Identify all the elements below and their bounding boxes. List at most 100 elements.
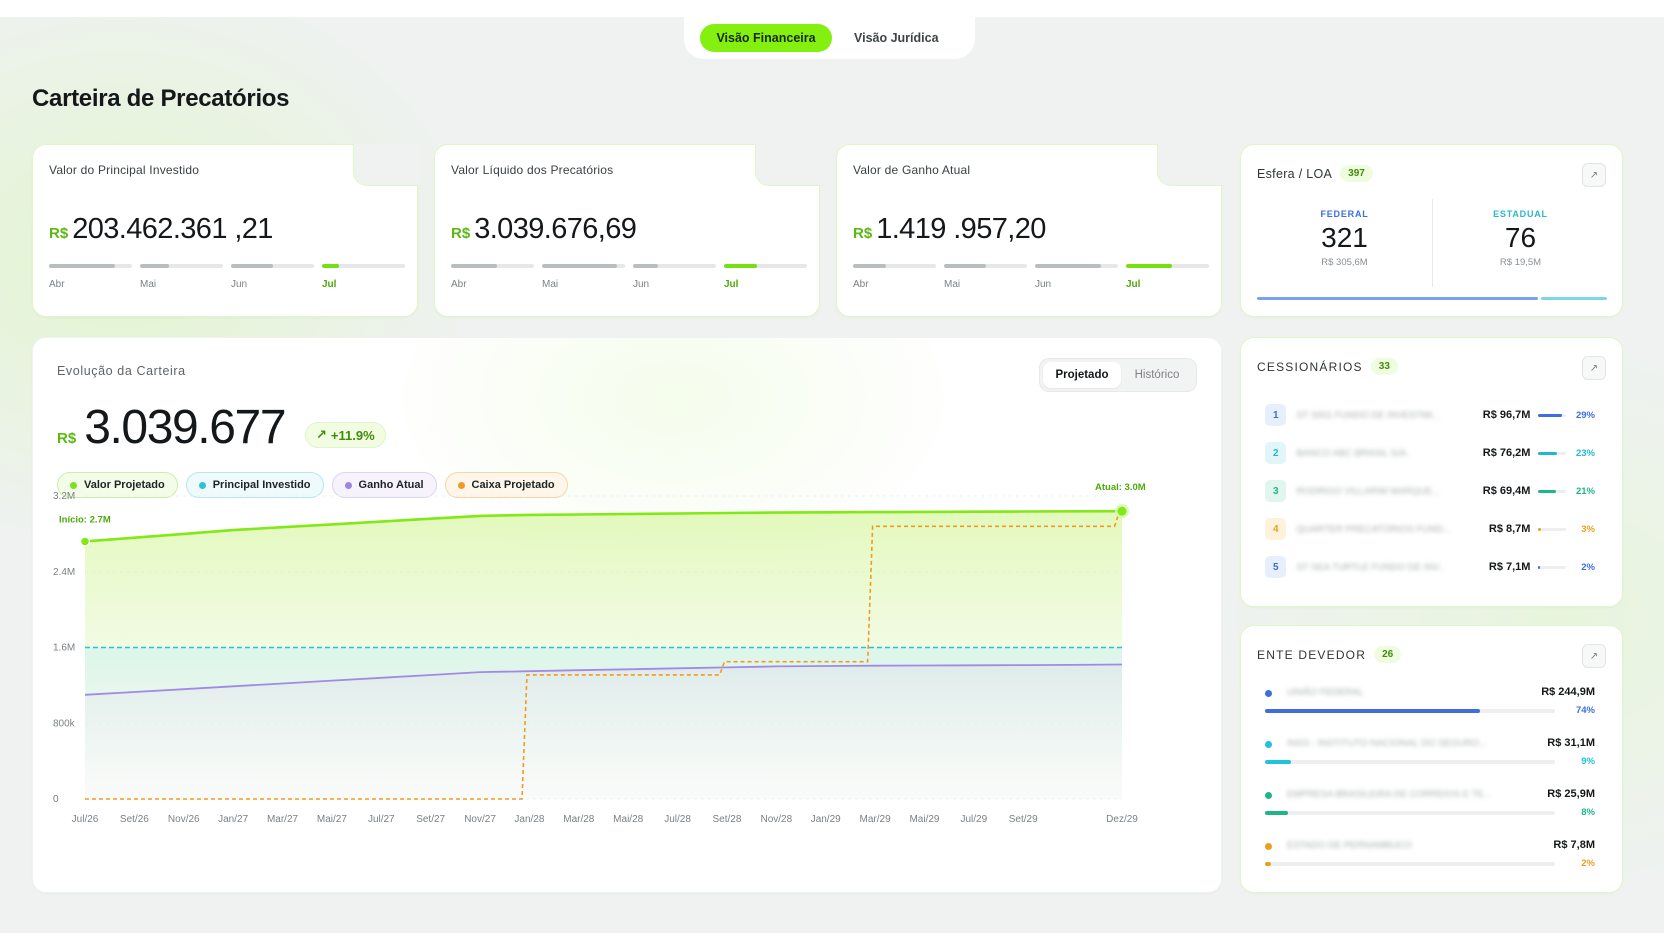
cessionario-amount: R$ 96,7M [1482,409,1531,421]
ente-share-bar [1265,862,1555,866]
share-bar-fill [1538,451,1558,455]
cessionario-row[interactable]: 1 ST 3001 FUNDO DE INVESTIM... R$ 96,7M … [1265,396,1595,434]
month-bar-fill [451,264,497,268]
metric-value: R$ 3.039.676,69 [451,213,637,246]
cessionario-pct: 21% [1575,485,1595,497]
metric-card-ganho: Valor de Ganho Atual R$ 1.419 .957,20 Ab… [836,143,1223,317]
end-annotation: Atual: 3.0M [1095,482,1146,493]
ente-devedor-card: ENTE DEVEDOR 26 ↗ UNIÃO FEDERAL R$ 244,9… [1240,625,1623,893]
month-bar [140,264,223,268]
tab-visao-juridica[interactable]: Visão Jurídica [838,24,955,52]
ente-pct: 9% [1581,756,1595,767]
view-tabs: Visão Financeira Visão Jurídica [684,17,975,59]
share-bar [1538,413,1566,417]
share-bar [1538,451,1566,455]
cessionario-row[interactable]: 4 QUARTER PRECATÓRIOS FUND... R$ 8,7M 3% [1265,510,1595,548]
y-tick-label: 1.6M [53,643,75,654]
start-point [79,536,91,547]
page-title: Carteira de Precatórios [32,85,290,112]
top-bar [0,0,1664,17]
ente-share-fill [1265,811,1289,815]
month-bar-fill [49,264,116,268]
ente-pct: 8% [1581,807,1595,818]
month-bar [1035,264,1118,268]
esfera-loa-card: Esfera / LOA 397 ↗ FEDERAL 321 R$ 305,6M… [1240,144,1623,317]
currency-symbol: R$ [451,225,471,242]
cessionario-row[interactable]: 2 BANCO ABC BRASIL S/A. R$ 76,2M 23% [1265,434,1595,472]
month-bar [724,264,807,268]
month-label: Abr [451,279,467,290]
card-notch [352,143,419,186]
rank-badge: 2 [1265,442,1287,464]
card-header: CESSIONÁRIOS 33 [1257,358,1398,375]
x-tick-label: Jan/27 [218,814,248,825]
estadual-share-bar [1540,297,1607,300]
metric-value: R$ 1.419 .957,20 [853,213,1046,246]
x-tick-label: Mai/29 [909,814,939,825]
ente-row[interactable]: UNIÃO FEDERAL R$ 244,9M 74% [1265,684,1595,735]
share-bar [1538,489,1566,493]
month-bar [451,264,534,268]
count-badge: 397 [1340,165,1373,182]
month-bar-fill [231,264,273,268]
month-labels: Abr Mai Jun Jul [853,279,1209,290]
x-tick-label: Dez/29 [1106,814,1138,825]
card-header: Esfera / LOA 397 [1257,165,1373,182]
metric-label: Valor Líquido dos Precatórios [451,163,614,177]
y-tick-label: 2.4M [53,567,75,578]
x-tick-label: Set/27 [416,814,445,825]
expand-icon[interactable]: ↗ [1582,163,1606,187]
ente-pct: 2% [1581,858,1595,869]
x-tick-label: Mar/27 [267,814,299,825]
ente-devedor-list: UNIÃO FEDERAL R$ 244,9M 74% INSS - INSTI… [1265,684,1595,888]
x-tick-label: Nov/28 [760,814,792,825]
y-tick-label: 3.2M [53,491,75,502]
x-tick-label: Jan/28 [514,814,544,825]
ente-dot [1265,792,1272,799]
expand-icon[interactable]: ↗ [1582,356,1606,380]
month-bar [853,264,936,268]
evolution-chart: 0 800k 1.6M 2.4M 3.2M Início: 2.7M Atual: 3.0M… [53,482,1146,825]
month-bar [542,264,625,268]
month-label: Abr [853,279,869,290]
esfera-split-bar [1257,297,1607,300]
metric-amount: 1.419 .957,20 [876,213,1046,245]
evolucao-carteira-card: Evolução da Carteira R$ 3.039.677 ↗ +11.… [32,337,1222,893]
count-badge: 33 [1370,358,1398,375]
month-label: Jul [724,279,739,290]
cessionario-row[interactable]: 3 RODRIGO VILLARIM MARQUE... R$ 69,4M 21… [1265,472,1595,510]
ente-amount: R$ 7,8M [1553,839,1595,851]
metric-label: Valor de Ganho Atual [853,163,971,177]
ente-share-fill [1265,862,1271,866]
expand-icon[interactable]: ↗ [1582,644,1606,668]
month-bar-fill [633,264,658,268]
cessionario-name: QUARTER PRECATÓRIOS FUND... [1296,523,1451,535]
x-tick-label: Set/26 [120,814,149,825]
cessionario-pct: 3% [1581,523,1595,535]
card-notch [754,143,821,186]
ente-dot [1265,741,1272,748]
ente-row[interactable]: ESTADO DE PERNAMBUCO R$ 7,8M 2% [1265,837,1595,888]
share-bar-fill [1538,489,1556,493]
rank-badge: 5 [1265,556,1287,578]
x-tick-label: Jan/29 [811,814,841,825]
ente-amount: R$ 31,1M [1547,737,1595,749]
cessionario-row[interactable]: 5 ST SEA TURTLE FUNDO DE INV... R$ 7,1M … [1265,548,1595,586]
card-title: Esfera / LOA [1257,166,1333,181]
cessionario-name: ST 3001 FUNDO DE INVESTIM... [1296,409,1440,421]
month-label: Mai [944,279,961,290]
start-annotation: Início: 2.7M [59,514,111,525]
rank-badge: 4 [1265,518,1287,540]
ente-row[interactable]: INSS - INSTITUTO NACIONAL DO SEGURO... R… [1265,735,1595,786]
ente-row[interactable]: EMPRESA BRASILEIRA DE CORREIOS E TE... R… [1265,786,1595,837]
month-labels: Abr Mai Jun Jul [49,279,405,290]
tab-visao-financeira[interactable]: Visão Financeira [700,24,832,52]
metric-amount: 203.462.361 ,21 [72,213,273,245]
y-tick-label: 0 [53,794,59,805]
estadual-count: 76 [1504,222,1537,253]
metric-card-principal: Valor do Principal Investido R$ 203.462.… [32,143,419,317]
month-bar [1126,264,1209,268]
month-bar-fill [944,264,986,268]
currency-symbol: R$ [49,225,69,242]
x-tick-label: Nov/27 [464,814,496,825]
